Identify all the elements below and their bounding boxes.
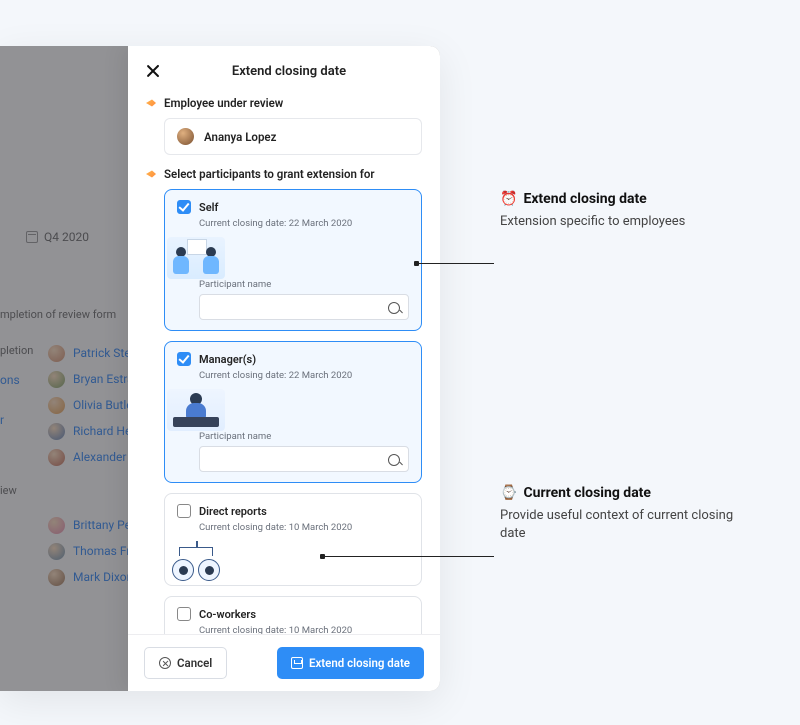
participant-checkbox[interactable] (177, 352, 191, 366)
callout-title: Extend closing date (523, 191, 646, 207)
participant-search-label: Participant name (199, 279, 409, 290)
employee-card: Ananya Lopez (164, 118, 422, 155)
cancel-icon (159, 657, 171, 669)
participant-search-input[interactable] (199, 446, 409, 472)
participant-checkbox[interactable] (177, 607, 191, 621)
participant-checkbox[interactable] (177, 504, 191, 518)
participant-search-input[interactable] (199, 294, 409, 320)
section-pointer-icon (146, 169, 156, 179)
closing-date-text: Current closing date: 22 March 2020 (199, 370, 409, 381)
closing-date-text: Current closing date: 22 March 2020 (199, 218, 409, 229)
closing-date-text: Current closing date: 10 March 2020 (199, 625, 409, 634)
extend-closing-modal: Extend closing date Employee under revie… (128, 46, 440, 691)
submit-button[interactable]: Extend closing date (277, 647, 424, 679)
participant-title: Manager(s) (199, 353, 256, 366)
section-pointer-icon (146, 98, 156, 108)
annotation-line (324, 556, 494, 557)
participant-illustration (167, 237, 225, 279)
callout-subtitle: Extension specific to employees (500, 213, 685, 231)
participant-title: Self (199, 201, 218, 214)
employee-name: Ananya Lopez (204, 130, 276, 144)
avatar (177, 128, 194, 145)
participant-illustration (167, 389, 225, 431)
participant-card[interactable]: Self Current closing date: 22 March 2020 P… (164, 189, 422, 331)
participant-title: Co-workers (199, 608, 256, 621)
cancel-label: Cancel (177, 656, 212, 670)
participant-card[interactable]: Co-workers Current closing date: 10 March… (164, 596, 422, 634)
participant-illustration (167, 541, 225, 583)
section-title-employee: Employee under review (164, 96, 283, 110)
callout-title: Current closing date (523, 485, 651, 501)
save-icon (291, 657, 303, 669)
participant-cards: Self Current closing date: 22 March 2020 P… (146, 189, 422, 634)
submit-label: Extend closing date (309, 656, 410, 670)
section-title-participants: Select participants to grant extension f… (164, 167, 375, 181)
cancel-button[interactable]: Cancel (144, 647, 227, 679)
annotation-line (418, 263, 494, 264)
participant-search-label: Participant name (199, 431, 409, 442)
closing-date-text: Current closing date: 10 March 2020 (199, 522, 409, 533)
close-icon[interactable] (144, 62, 162, 80)
participant-card[interactable]: Direct reports Current closing date: 10 M… (164, 493, 422, 586)
callout-closing-date: ⌚ Current closing date Provide useful con… (500, 485, 750, 543)
participant-card[interactable]: Manager(s) Current closing date: 22 March… (164, 341, 422, 483)
participant-title: Direct reports (199, 505, 267, 518)
alarm-icon: ⏰ (500, 191, 517, 207)
watch-icon: ⌚ (500, 485, 517, 501)
modal-title: Extend closing date (154, 64, 424, 79)
callout-extend: ⏰ Extend closing date Extension specific … (500, 191, 685, 231)
modal-footer: Cancel Extend closing date (128, 634, 440, 691)
app-window: Q4 2020 mpletion of review form pletion … (0, 46, 440, 691)
participant-checkbox[interactable] (177, 200, 191, 214)
callout-subtitle: Provide useful context of current closin… (500, 507, 750, 543)
